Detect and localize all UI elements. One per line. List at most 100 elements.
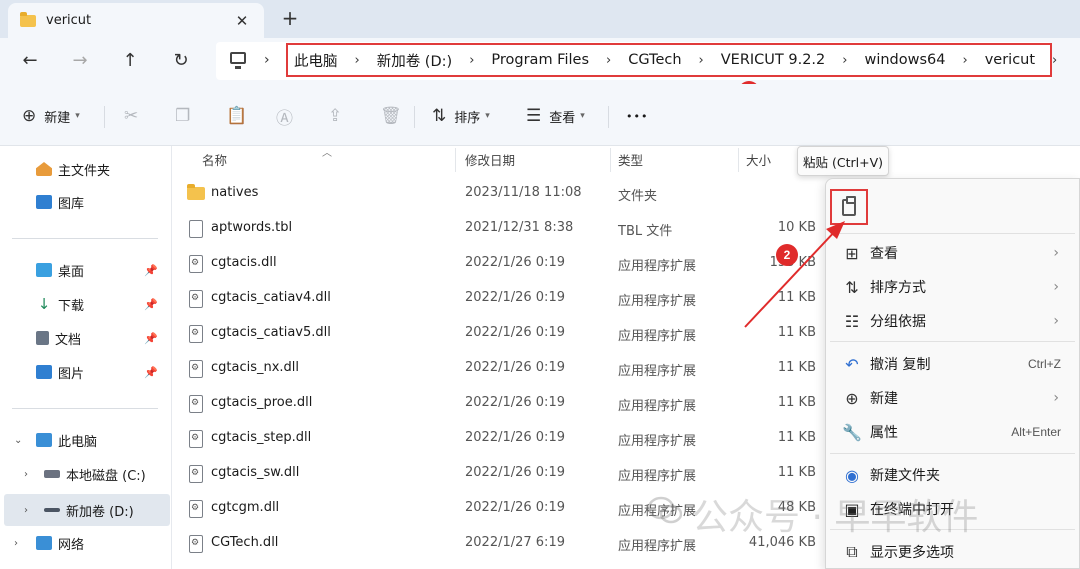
- chevron-right-icon[interactable]: ›: [699, 53, 704, 68]
- menu-item-group-by[interactable]: ☷ 分组依据 ›: [826, 304, 1079, 338]
- menu-item-properties[interactable]: 🔧 属性 Alt+Enter: [826, 415, 1079, 449]
- annotation-badge-2: 2: [776, 244, 798, 266]
- clipboard-icon: [842, 195, 856, 216]
- picture-icon: [36, 365, 52, 379]
- menu-item-undo[interactable]: ↶ 撤消 复制 Ctrl+Z: [826, 347, 1079, 381]
- menu-item-shortcut: Alt+Enter: [1011, 425, 1061, 439]
- view-button-label: 查看: [549, 110, 576, 126]
- rename-button[interactable]: Ⓐ: [276, 104, 301, 129]
- delete-button[interactable]: 🗑: [380, 104, 410, 128]
- file-row[interactable]: cgtacis_sw.dll 2022/1/26 0:19 应用程序扩展 11 KB: [182, 456, 822, 491]
- chevron-down-icon[interactable]: ⌄: [14, 435, 22, 446]
- pin-icon[interactable]: 📌: [144, 332, 158, 345]
- breadcrumb-separator[interactable]: ›: [264, 52, 270, 68]
- sidebar-item-desktop[interactable]: 桌面 📌: [0, 256, 166, 284]
- breadcrumb-item[interactable]: 此电脑: [294, 50, 338, 71]
- dll-file-icon: [189, 290, 203, 308]
- chevron-right-icon[interactable]: ›: [1052, 53, 1057, 68]
- plus-circle-icon: ⊕: [845, 388, 859, 408]
- chevron-right-icon[interactable]: ›: [24, 469, 28, 480]
- paste-tooltip: 粘贴 (Ctrl+V): [797, 146, 889, 176]
- forward-button[interactable]: →: [66, 48, 94, 74]
- sidebar-item-pictures[interactable]: 图片 📌: [0, 358, 166, 386]
- chevron-right-icon[interactable]: ›: [469, 53, 474, 68]
- paste-button[interactable]: 📋: [226, 104, 255, 128]
- new-tab-button[interactable]: +: [278, 6, 302, 30]
- breadcrumb-item[interactable]: Program Files: [491, 52, 589, 68]
- breadcrumb-item[interactable]: CGTech: [628, 52, 681, 68]
- sidebar-item-network[interactable]: › 网络: [0, 529, 166, 557]
- file-type: 应用程序扩展: [618, 364, 697, 379]
- menu-item-new[interactable]: ⊕ 新建 ›: [826, 381, 1079, 415]
- sidebar-item-local-disk[interactable]: › 本地磁盘 (C:): [0, 460, 166, 488]
- breadcrumb-container[interactable]: › 此电脑 › 新加卷 (D:) › Program Files › CGTech › VERI…: [216, 42, 1057, 80]
- sidebar-item-label: 本地磁盘 (C:): [66, 468, 146, 484]
- cut-button[interactable]: ✂: [124, 104, 146, 128]
- breadcrumb-item[interactable]: VERICUT 9.2.2: [721, 52, 826, 68]
- file-row[interactable]: cgtacis_step.dll 2022/1/26 0:19 应用程序扩展 11 K…: [182, 421, 822, 456]
- computer-icon[interactable]: [230, 52, 246, 69]
- file-row[interactable]: cgtacis_nx.dll 2022/1/26 0:19 应用程序扩展 11 KB: [182, 351, 822, 386]
- pin-icon[interactable]: 📌: [144, 264, 158, 277]
- breadcrumb-item[interactable]: vericut: [985, 52, 1035, 68]
- tab-vericut[interactable]: vericut ✕: [8, 3, 264, 38]
- menu-item-sort-by[interactable]: ⇅ 排序方式 ›: [826, 270, 1079, 304]
- sort-ascending-icon: ︿: [322, 148, 332, 159]
- chevron-down-icon: ▾: [75, 111, 80, 121]
- chevron-right-icon[interactable]: ›: [606, 53, 611, 68]
- network-icon: [36, 536, 52, 550]
- column-divider[interactable]: [738, 148, 739, 172]
- file-row[interactable]: aptwords.tbl 2021/12/31 8:38 TBL 文件 10 KB: [182, 211, 822, 246]
- paste-menu-button[interactable]: [830, 189, 868, 225]
- column-divider[interactable]: [455, 148, 456, 172]
- sidebar-item-home[interactable]: 主文件夹: [0, 155, 166, 183]
- new-button[interactable]: ⊕ 新建 ▾: [22, 104, 80, 128]
- chevron-right-icon[interactable]: ›: [355, 53, 360, 68]
- chevron-right-icon[interactable]: ›: [842, 53, 847, 68]
- chevron-right-icon[interactable]: ›: [963, 53, 968, 68]
- sidebar-item-documents[interactable]: 文档 📌: [0, 324, 166, 352]
- file-type: 应用程序扩展: [618, 469, 697, 484]
- breadcrumb-item[interactable]: windows64: [864, 52, 945, 68]
- column-header-modified[interactable]: 修改日期: [465, 146, 515, 172]
- sort-button-label: 排序: [454, 110, 481, 126]
- back-button[interactable]: ←: [16, 48, 44, 74]
- column-divider[interactable]: [610, 148, 611, 172]
- pin-icon[interactable]: 📌: [144, 298, 158, 311]
- sort-button[interactable]: ⇅ 排序 ▾: [432, 104, 490, 128]
- chevron-right-icon[interactable]: ›: [14, 538, 18, 549]
- navigation-pane: 主文件夹 图库 桌面 📌 ↓ 下载 📌 文档 📌 图片 📌 ⌄ 此电脑 › 本地…: [0, 146, 172, 569]
- file-row[interactable]: cgtacis.dll2022/1/26 0:19应用程序扩展153 KB: [182, 246, 822, 281]
- share-button[interactable]: ⇪: [328, 104, 350, 128]
- sidebar-item-downloads[interactable]: ↓ 下载 📌: [0, 290, 166, 318]
- file-row[interactable]: natives 2023/11/18 11:08 文件夹: [182, 176, 822, 211]
- menu-item-more-options[interactable]: ⧉ 显示更多选项: [826, 535, 1079, 569]
- file-row[interactable]: cgtacis_catiav5.dll 2022/1/26 0:19 应用程序扩展 1…: [182, 316, 822, 351]
- breadcrumb-item[interactable]: 新加卷 (D:): [377, 50, 452, 71]
- chevron-right-icon[interactable]: ›: [24, 505, 28, 516]
- column-header-size[interactable]: 大小: [746, 146, 771, 172]
- folder-icon: [187, 184, 205, 200]
- file-size: 10 KB: [777, 220, 816, 235]
- pin-icon[interactable]: 📌: [144, 366, 158, 379]
- file-date: 2022/1/26 0:19: [465, 290, 565, 305]
- file-name: cgtacis_proe.dll: [211, 395, 313, 410]
- view-button[interactable]: ☰ 查看 ▾: [526, 104, 585, 128]
- menu-item-view[interactable]: ⊞ 查看 ›: [826, 236, 1079, 270]
- column-header-name[interactable]: 名称: [202, 146, 227, 172]
- undo-icon: ↶: [845, 354, 859, 374]
- sidebar-item-this-pc[interactable]: ⌄ 此电脑: [0, 426, 166, 454]
- file-date: 2022/1/26 0:19: [465, 430, 565, 445]
- breadcrumb: 此电脑 › 新加卷 (D:) › Program Files › CGTech › VERICU…: [286, 43, 1057, 77]
- close-tab-icon[interactable]: ✕: [232, 12, 252, 30]
- more-options-button[interactable]: •••: [626, 104, 648, 128]
- sidebar-item-gallery[interactable]: 图库: [0, 188, 166, 216]
- file-row[interactable]: cgtacis_catiav4.dll 2022/1/26 0:19 应用程序扩展 1…: [182, 281, 822, 316]
- copy-button[interactable]: ❐: [175, 104, 198, 128]
- column-header-type[interactable]: 类型: [618, 146, 643, 172]
- up-button[interactable]: ↑: [116, 48, 144, 74]
- refresh-button[interactable]: ↻: [167, 48, 195, 74]
- menu-item-new-folder[interactable]: ◉ 新建文件夹: [826, 458, 1079, 492]
- file-row[interactable]: cgtacis_proe.dll 2022/1/26 0:19 应用程序扩展 11 K…: [182, 386, 822, 421]
- sidebar-item-new-volume[interactable]: › 新加卷 (D:): [4, 494, 170, 526]
